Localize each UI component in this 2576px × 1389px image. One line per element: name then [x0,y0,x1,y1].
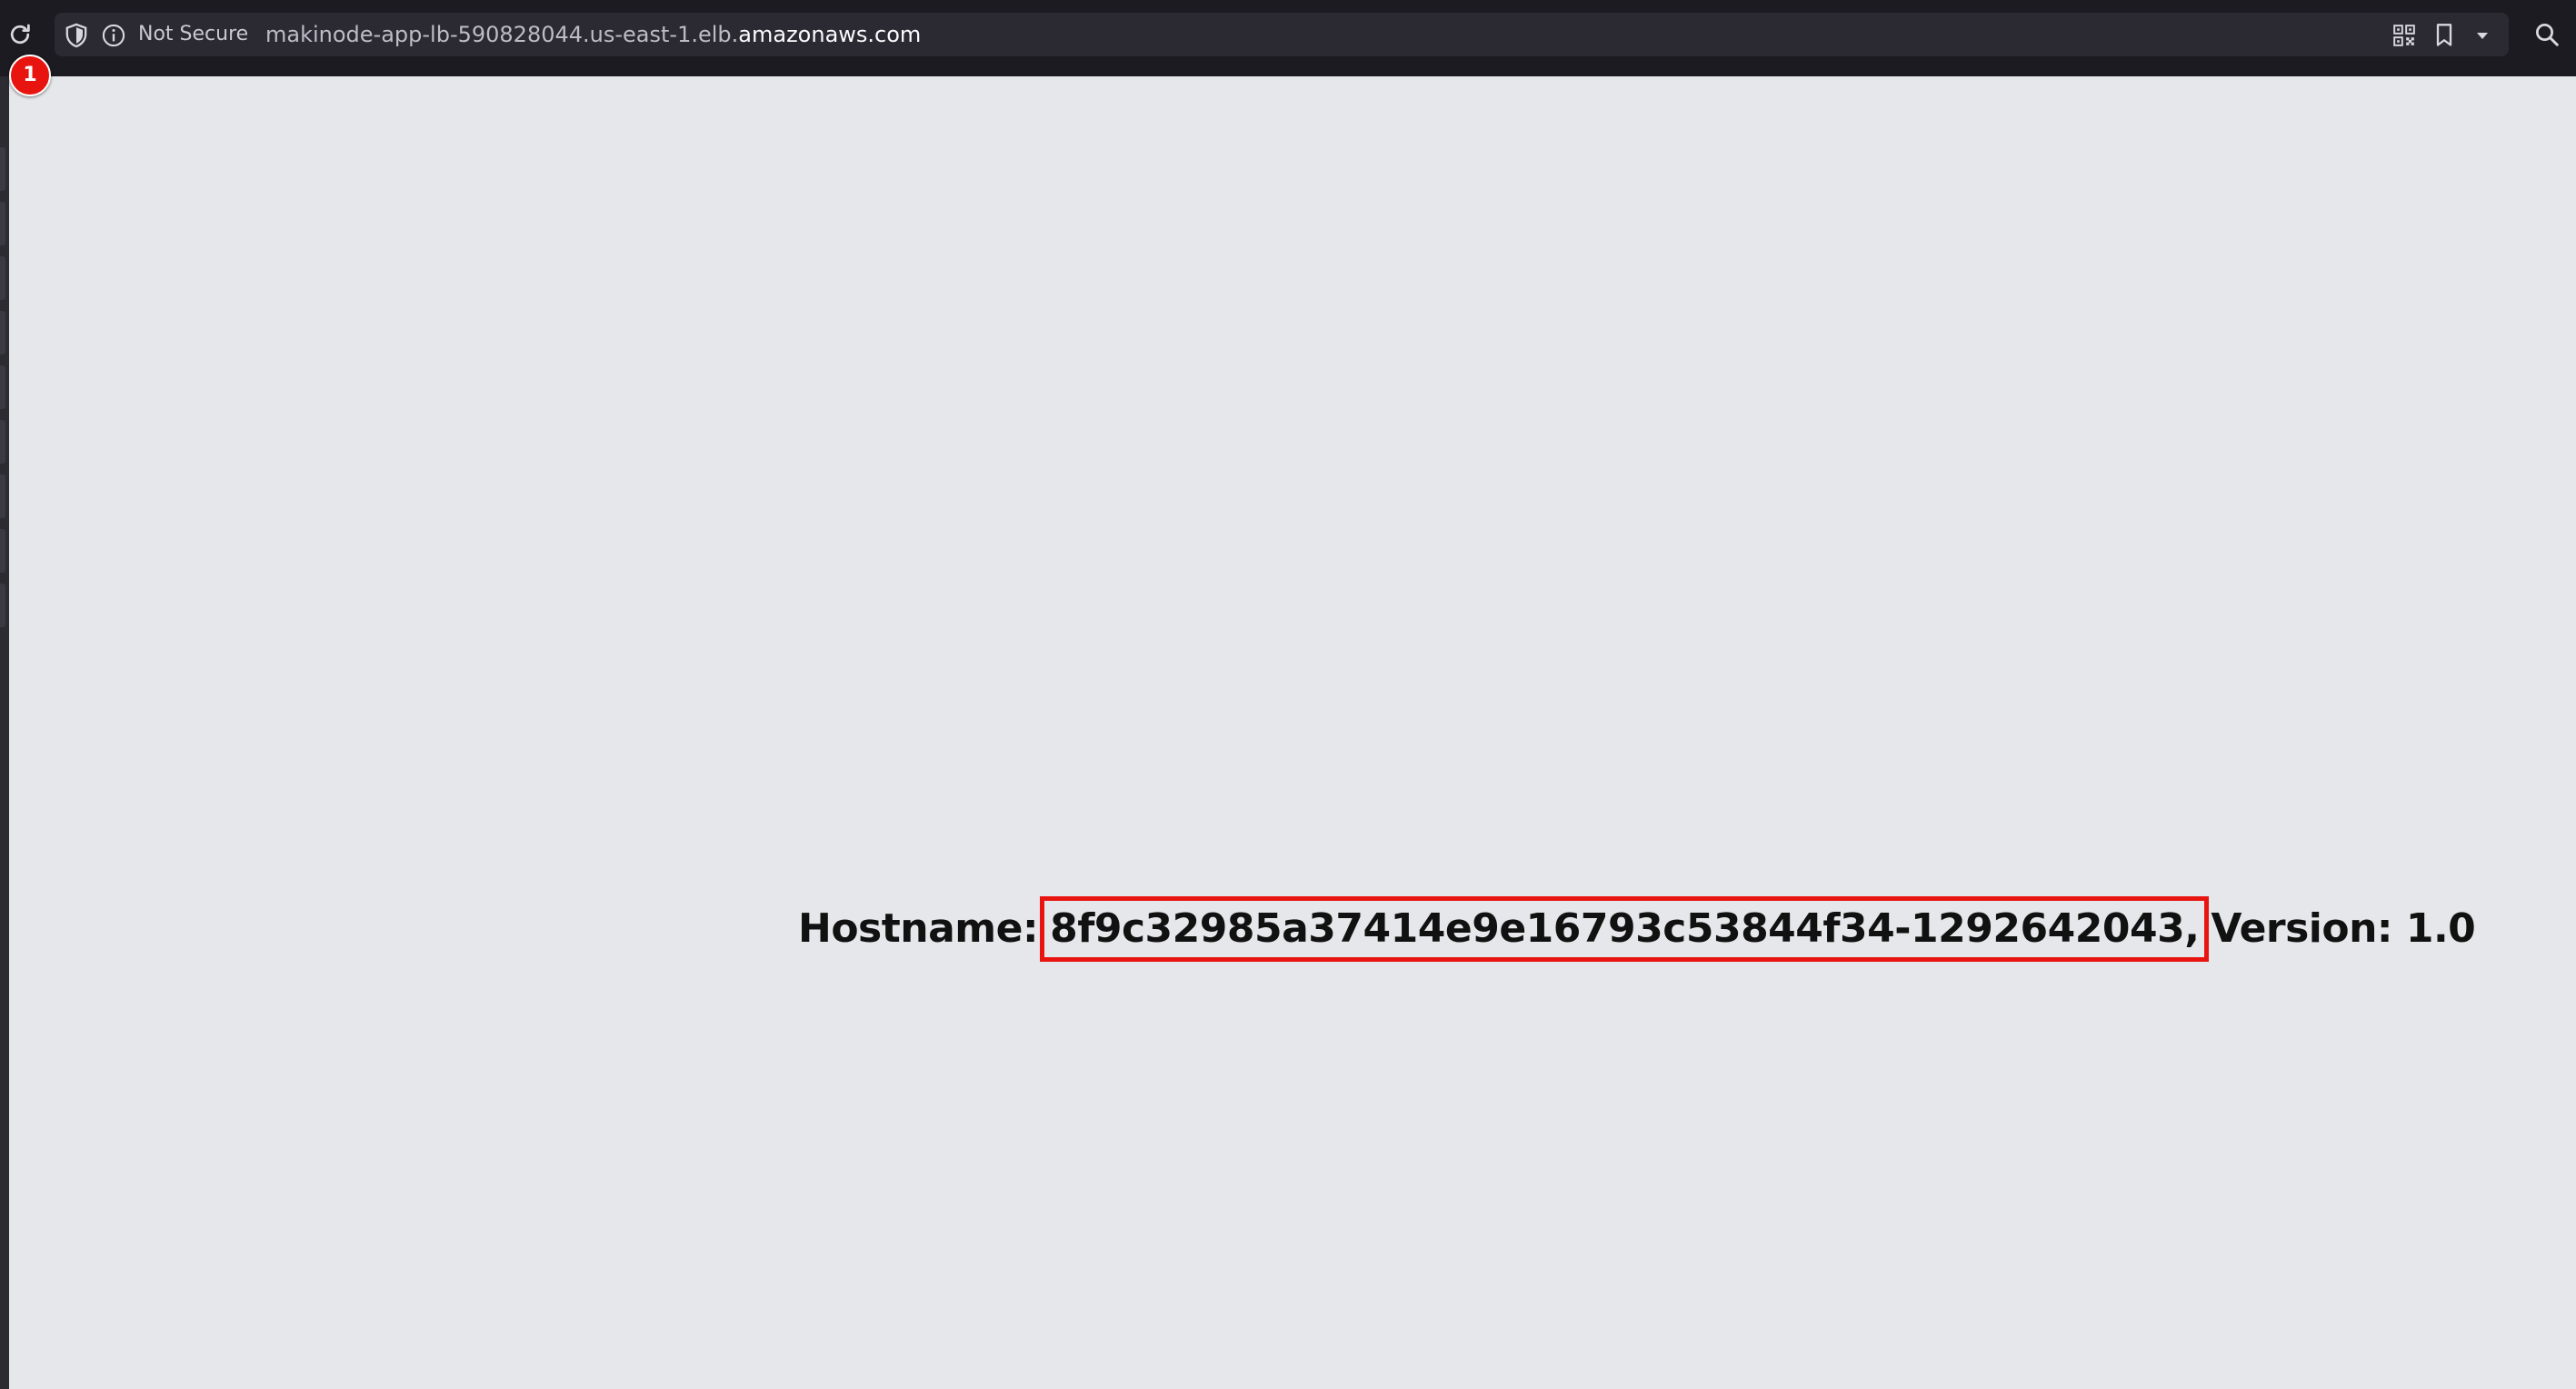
url-prefix: makinode-app-lb-590828044.us-east-1.elb. [265,22,739,47]
url-text[interactable]: makinode-app-lb-590828044.us-east-1.elb.… [265,22,921,47]
reload-icon[interactable] [4,16,36,53]
sidebar-tab-edge[interactable] [0,256,5,300]
sidebar-tab-edge[interactable] [0,147,5,191]
url-domain: amazonaws.com [738,22,922,47]
hostname-value: 8f9c32985a37414e9e16793c53844f34-1292642… [1050,905,2200,952]
version-text: Version: 1.0 [2211,905,2476,952]
sidebar-tab-edge[interactable] [0,529,5,573]
sidebar-tab-edge[interactable] [0,365,5,409]
left-sidebar-edge [0,76,9,1389]
search-icon[interactable] [2529,15,2565,55]
sidebar-tab-edge[interactable] [0,420,5,464]
annotation-marker: 1 [9,55,51,96]
not-secure-label[interactable]: Not Secure [138,22,248,47]
info-icon[interactable] [100,22,127,49]
tracking-shield-icon[interactable] [64,23,89,48]
hostname-value-highlight: 8f9c32985a37414e9e16793c53844f34-1292642… [1040,896,2210,962]
page-body-text: Hostname: 8f9c32985a37414e9e16793c53844f3… [798,896,2476,962]
chevron-down-icon[interactable] [2469,22,2496,49]
sidebar-tab-edge[interactable] [0,202,5,245]
hostname-label: Hostname: [798,905,1039,952]
address-bar[interactable]: Not Secure makinode-app-lb-590828044.us-… [55,13,2509,56]
sidebar-tab-edge[interactable] [0,584,5,627]
bookmark-icon[interactable] [2431,22,2458,49]
browser-toolbar: Not Secure makinode-app-lb-590828044.us-… [0,0,2576,76]
sidebar-tab-edge[interactable] [0,311,5,355]
sidebar-tab-edge[interactable] [0,475,5,518]
qr-code-icon[interactable] [2391,22,2418,49]
